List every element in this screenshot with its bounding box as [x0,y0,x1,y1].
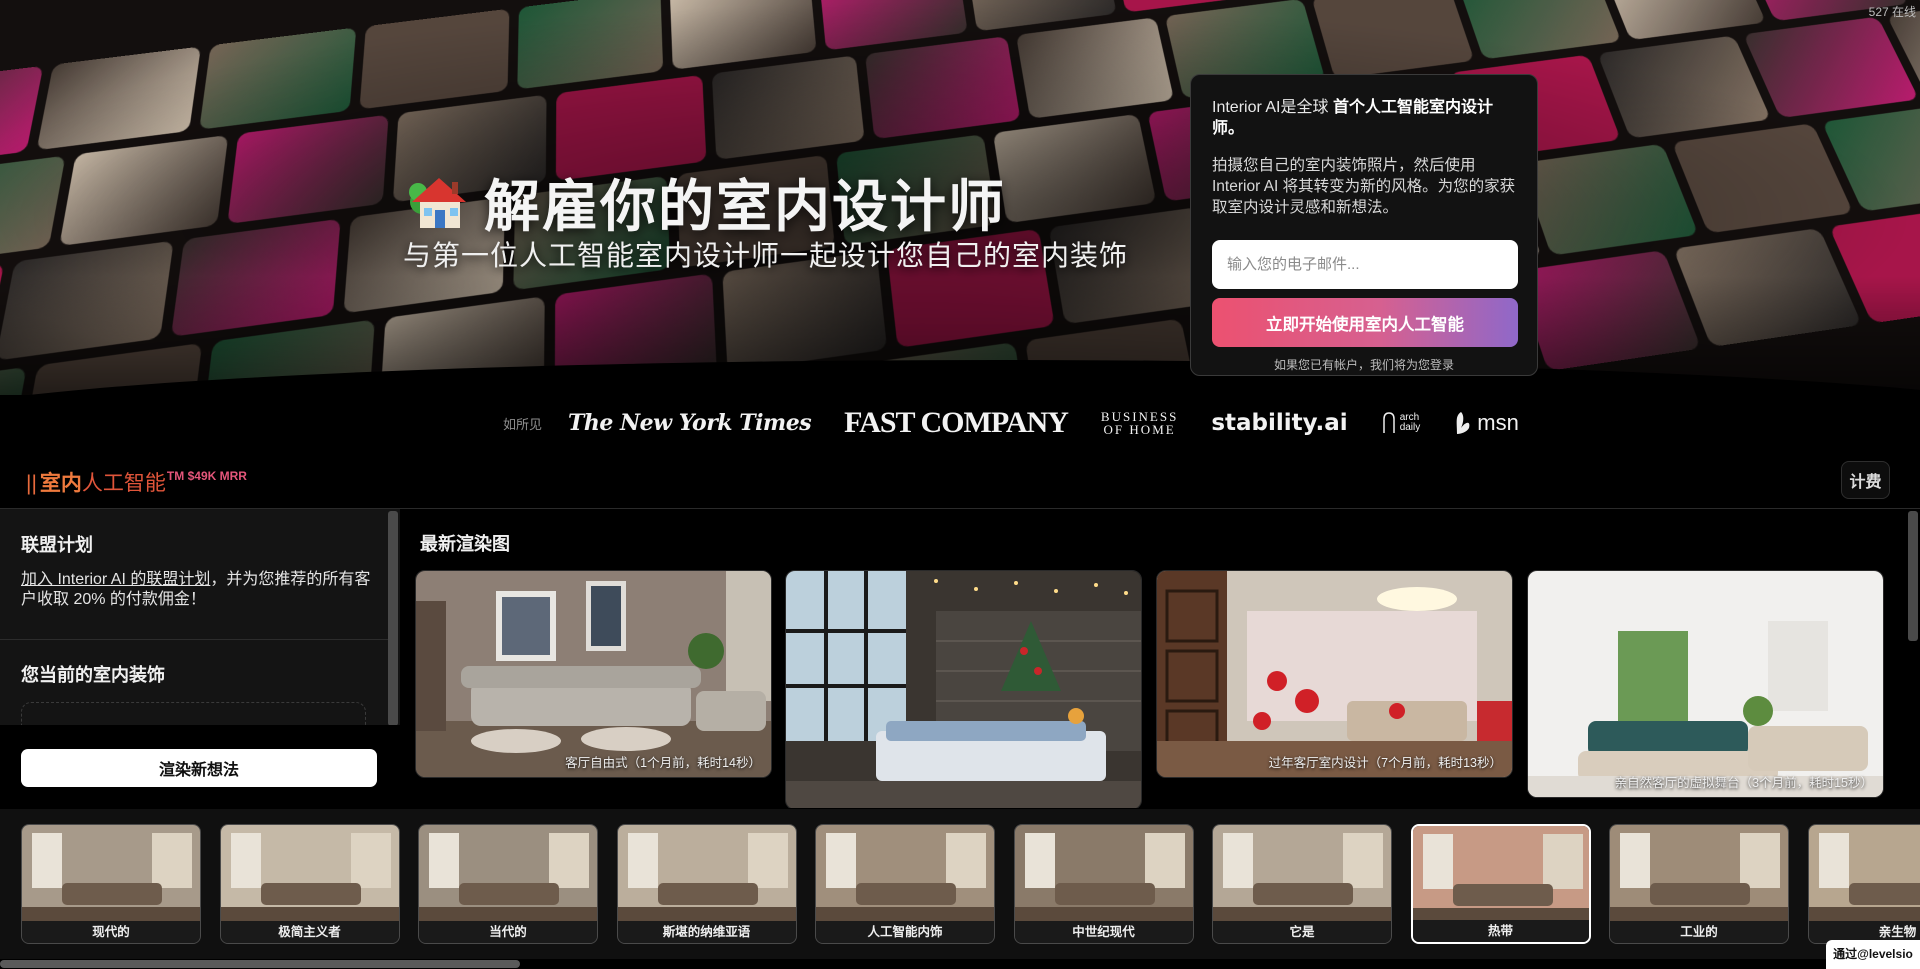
start-button[interactable]: 立即开始使用室内人工智能 [1212,298,1518,347]
render-caption: 过年客厅室内设计（7个月前，耗时13秒） [1268,756,1502,770]
signup-card: Interior AI是全球 首个人工智能室内设计师。 拍摄您自己的室内装饰照片… [1190,74,1538,376]
style-label: 斯堪的纳维亚语 [617,921,796,943]
style-label: 人工智能内饰 [816,921,994,943]
style-preview-image [617,825,796,923]
style-preview-image [1808,825,1920,923]
render-card[interactable] [785,570,1142,808]
signup-lead-text: Interior AI是全球 [1212,99,1333,116]
maker-badge[interactable]: 通过@levelsio [1826,940,1920,969]
style-preview-image [1610,825,1788,923]
render-image [1528,571,1883,797]
style-card[interactable]: 亲生物 [1807,824,1920,944]
brand-mrr: $49K MRR [187,469,247,483]
affiliate-link[interactable]: 加入 Interior AI 的联盟计划 [21,571,210,588]
latest-renders-title: 最新渲染图 [420,534,510,554]
press-logos: 如所见 The New York Times FAST COMPANY BUSI… [503,405,1552,441]
style-preview-image [1412,826,1589,924]
current-interior-title: 您当前的室内装饰 [21,665,165,685]
render-image [1157,571,1512,777]
email-input[interactable] [1212,240,1518,289]
sidebar-divider [0,639,388,640]
style-card[interactable]: 现代的 [21,824,201,944]
signup-lead: Interior AI是全球 首个人工智能室内设计师。 [1212,97,1516,139]
style-card[interactable]: 它是 [1212,824,1392,944]
style-label: 热带 [1412,920,1589,942]
main-scrollbar[interactable] [1908,511,1918,641]
archdaily-logo[interactable]: arch daily [1381,411,1421,435]
page-title: 解雇你的室内设计师 [484,175,1006,240]
signup-note: 如果您已有帐户，我们将为您登录 [1273,358,1454,372]
brand-name-b: 人工智能 [81,472,166,495]
brand-logo[interactable]: || 室内 人工智能 TM $49K MRR [26,467,247,497]
style-preview-image [1014,825,1193,923]
style-card[interactable]: 中世纪现代 [1013,824,1194,944]
nyt-logo[interactable]: The New York Times [568,410,812,436]
style-label: 中世纪现代 [1014,921,1193,943]
brand-bars: || [26,472,37,495]
render-caption: 客厅自由式（1个月前，耗时14秒） [565,756,761,770]
affiliate-description: 加入 Interior AI 的联盟计划，并为您推荐的所有客户收取 20% 的付… [21,570,376,610]
msn-logo[interactable]: msn [1453,410,1519,436]
latest-renders-gallery: 客厅自由式（1个月前，耗时14秒） 过年客厅室内设计（7个月前，耗时13秒） 亲… [413,570,1903,808]
hero-subtitle: 与第一位人工智能室内设计师一起设计您自己的室内装饰 [403,240,1129,271]
render-card[interactable]: 过年客厅室内设计（7个月前，耗时13秒） [1156,570,1513,778]
arch-line2: daily [1399,422,1421,433]
stability-logo[interactable]: stability.ai [1211,410,1347,436]
business-of-home-logo[interactable]: BUSINESS OF HOME [1101,410,1178,436]
style-label: 极简主义者 [220,921,399,943]
style-preview-image [220,825,399,923]
house-icon [408,172,470,234]
style-label: 现代的 [22,921,200,943]
render-caption: 亲自然客厅的虚拟舞台（3个月前，耗时15秒） [1614,776,1873,790]
signup-description: 拍摄您自己的室内装饰照片，然后使用 Interior AI 将其转变为新的风格。… [1212,157,1516,216]
boh-line2: OF HOME [1103,422,1176,437]
hero-heading: 解雇你的室内设计师 [408,162,1006,243]
render-image [416,571,771,777]
online-counter: 527 在线 [1868,5,1916,19]
brand-name-a: 室内 [39,472,82,495]
style-label: 工业的 [1610,921,1788,943]
styles-scrollbar[interactable] [0,960,520,968]
as-seen-label: 如所见 [503,416,543,432]
style-card[interactable]: 人工智能内饰 [815,824,995,944]
style-preview-image [419,825,597,923]
msn-butterfly-icon [1456,412,1470,434]
render-card[interactable]: 客厅自由式（1个月前，耗时14秒） [415,570,772,778]
archdaily-icon [1382,412,1395,433]
style-label: 当代的 [419,921,597,943]
brand-tm: TM [166,469,185,483]
affiliate-title: 联盟计划 [21,535,93,555]
style-card[interactable]: 热带 [1410,824,1591,944]
style-preview-image [22,825,200,923]
style-card[interactable]: 斯堪的纳维亚语 [616,824,797,944]
style-card[interactable]: 极简主义者 [219,824,400,944]
style-preview-image [816,825,994,923]
sidebar-scrollbar[interactable] [388,511,398,726]
brand-mrr-badge: TM $49K MRR [167,469,247,483]
render-new-idea-button[interactable]: 渲染新想法 [21,749,377,787]
style-card[interactable]: 工业的 [1609,824,1789,944]
fastcompany-logo[interactable]: FAST COMPANY [844,406,1069,440]
render-image [786,571,1141,808]
msn-text: msn [1477,410,1519,435]
style-preview-image [1213,825,1391,923]
style-card[interactable]: 当代的 [418,824,598,944]
style-label: 它是 [1213,921,1391,943]
pricing-button[interactable]: 计费 [1841,461,1890,499]
render-card[interactable]: 亲自然客厅的虚拟舞台（3个月前，耗时15秒） [1527,570,1884,798]
